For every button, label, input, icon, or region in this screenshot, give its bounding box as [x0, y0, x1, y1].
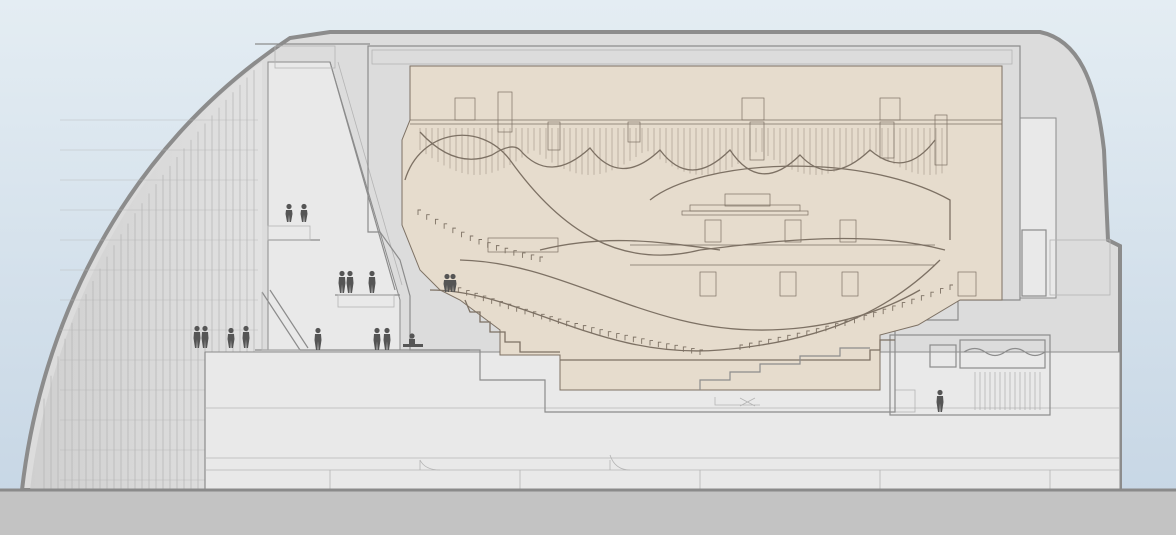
section-drawing: .bld{fill:#dcdcdc;stroke:#8c8c8c;stroke-… — [0, 0, 1176, 535]
drawing-stage: .bld{fill:#dcdcdc;stroke:#8c8c8c;stroke-… — [0, 0, 1176, 535]
ground — [0, 490, 1176, 535]
